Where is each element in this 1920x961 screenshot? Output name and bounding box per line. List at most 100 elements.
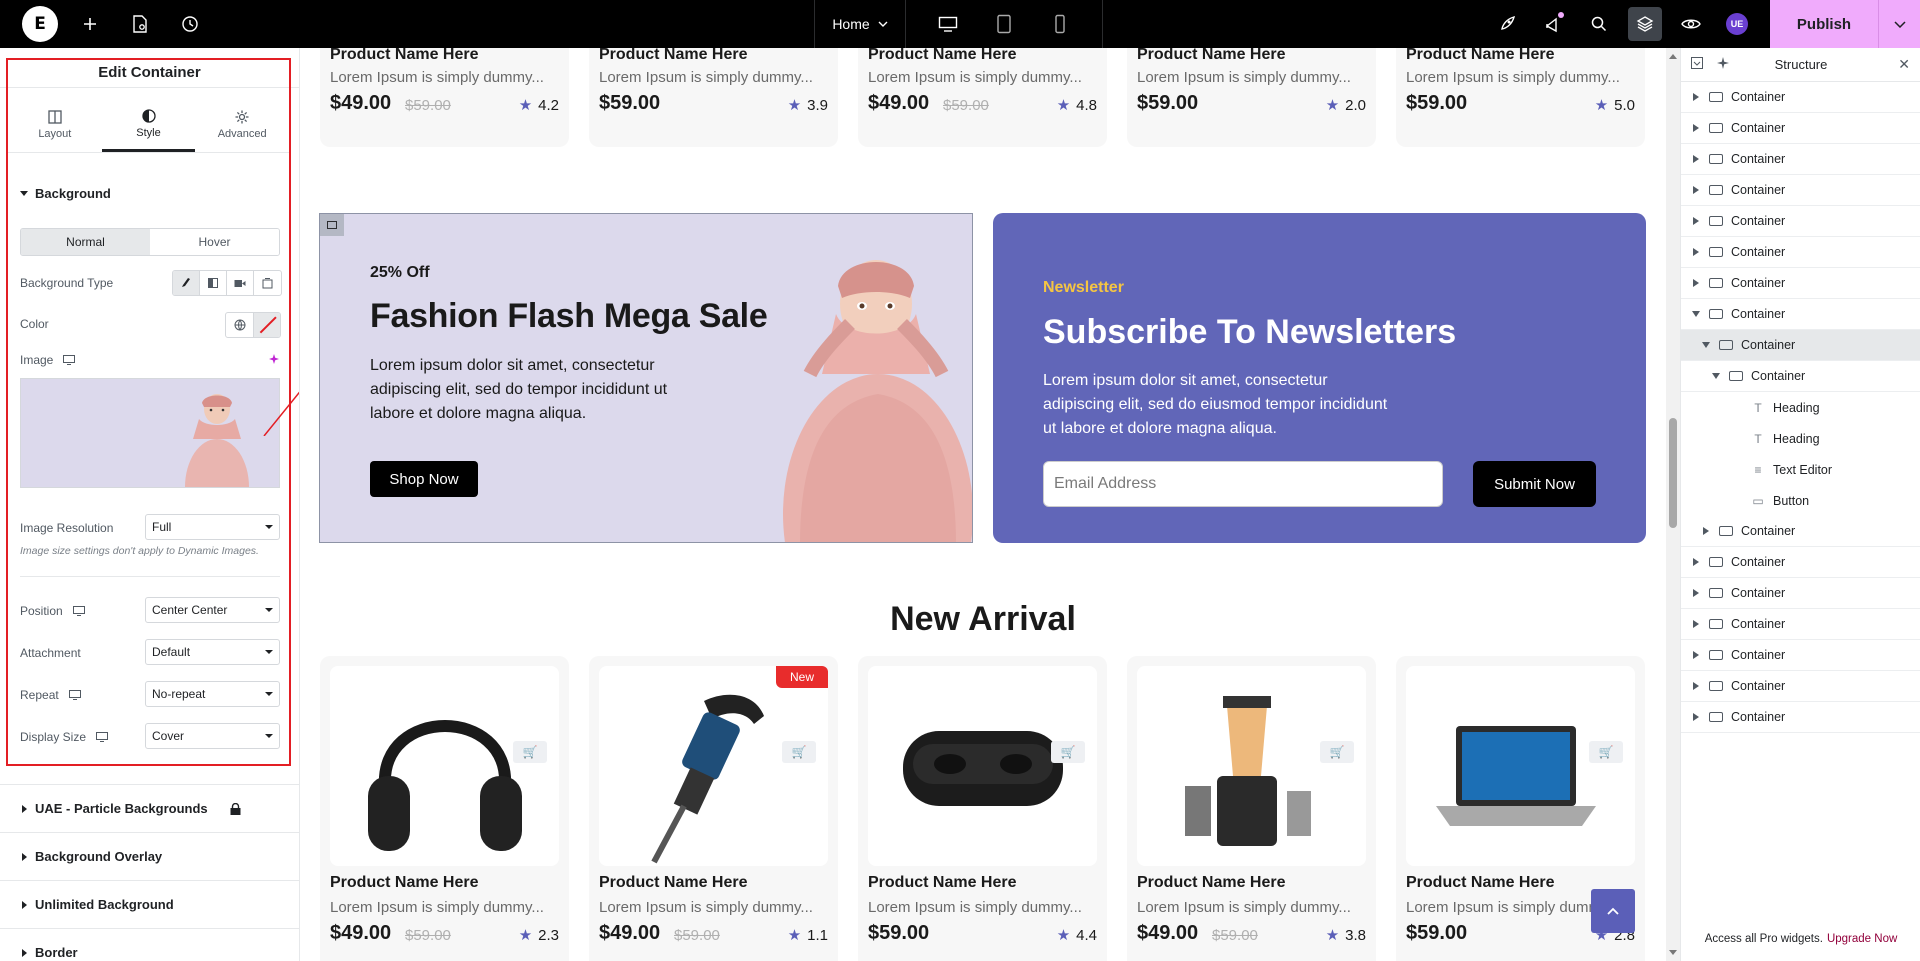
structure-node-container[interactable]: Container [1681, 640, 1920, 671]
cart-icon[interactable]: 🛒 [1320, 741, 1354, 763]
scroll-down-icon[interactable] [1669, 950, 1677, 955]
product-card[interactable]: Product Name Here Lorem Ipsum is simply … [1127, 48, 1376, 147]
submit-now-button[interactable]: Submit Now [1473, 461, 1596, 507]
hover-state-button[interactable]: Hover [150, 229, 279, 255]
desktop-responsive-icon[interactable] [96, 732, 109, 742]
caret-right-icon[interactable] [1691, 279, 1701, 287]
image-resolution-select[interactable]: Full [145, 514, 280, 540]
global-colors-icon[interactable] [226, 313, 253, 337]
product-card[interactable]: Product Name Here Lorem Ipsum is simply … [320, 48, 569, 147]
caret-right-icon[interactable] [1691, 651, 1701, 659]
caret-right-icon[interactable] [1691, 682, 1701, 690]
structure-node-container[interactable]: Container [1681, 702, 1920, 733]
structure-node-container[interactable]: Container [1681, 516, 1920, 547]
structure-node-text[interactable]: ≡ Text Editor [1681, 454, 1920, 485]
tab-layout[interactable]: Layout [8, 98, 102, 152]
section-unlimited-background[interactable]: Unlimited Background [0, 880, 299, 928]
scrollbar-thumb[interactable] [1669, 418, 1677, 528]
structure-node-container[interactable]: Container [1681, 330, 1920, 361]
preview-eye-icon[interactable] [1668, 0, 1714, 48]
product-card[interactable]: 🛒 Product Name Here Lorem Ipsum is simpl… [858, 656, 1107, 961]
brush-icon[interactable] [173, 271, 200, 295]
search-icon[interactable] [1576, 0, 1622, 48]
background-image-preview[interactable] [20, 378, 280, 488]
slideshow-icon[interactable] [254, 271, 281, 295]
product-card[interactable]: Product Name Here Lorem Ipsum is simply … [1396, 48, 1645, 147]
product-card[interactable]: Product Name Here Lorem Ipsum is simply … [589, 48, 838, 147]
rocket-icon[interactable] [1484, 0, 1530, 48]
desktop-view-icon[interactable] [920, 0, 976, 48]
repeat-select[interactable]: No-repeat [145, 681, 280, 707]
position-select[interactable]: Center Center [145, 597, 280, 623]
desktop-responsive-icon[interactable] [72, 606, 85, 616]
structure-node-container[interactable]: Container [1681, 547, 1920, 578]
user-avatar[interactable]: UE [1714, 0, 1760, 48]
caret-down-icon[interactable] [1691, 311, 1701, 317]
caret-down-icon[interactable] [1701, 342, 1711, 348]
add-element-icon[interactable] [72, 6, 108, 42]
shop-now-button[interactable]: Shop Now [370, 461, 478, 497]
structure-node-container[interactable]: Container [1681, 206, 1920, 237]
page-selector[interactable]: Home [814, 0, 906, 48]
tablet-view-icon[interactable] [976, 0, 1032, 48]
structure-node-button[interactable]: ▭ Button [1681, 485, 1920, 516]
close-icon[interactable]: ✕ [1898, 56, 1910, 73]
video-icon[interactable] [227, 271, 254, 295]
structure-node-container[interactable]: Container [1681, 113, 1920, 144]
structure-layers-icon[interactable] [1622, 0, 1668, 48]
tab-advanced[interactable]: Advanced [195, 98, 289, 152]
product-card[interactable]: New 🛒 Product Name Here Lorem Ipsum is s… [589, 656, 838, 961]
notifications-icon[interactable] [1530, 0, 1576, 48]
desktop-responsive-icon[interactable] [63, 355, 76, 365]
page-settings-icon[interactable] [122, 6, 158, 42]
publish-options-button[interactable] [1878, 0, 1920, 48]
caret-right-icon[interactable] [1691, 248, 1701, 256]
structure-node-heading[interactable]: T Heading [1681, 392, 1920, 423]
structure-node-container[interactable]: Container [1681, 175, 1920, 206]
caret-right-icon[interactable] [1691, 217, 1701, 225]
structure-node-container[interactable]: Container [1681, 361, 1920, 392]
caret-right-icon[interactable] [1691, 713, 1701, 721]
scroll-to-top-button[interactable] [1591, 889, 1635, 933]
structure-node-container[interactable]: Container [1681, 299, 1920, 330]
caret-right-icon[interactable] [1691, 93, 1701, 101]
product-card[interactable]: Product Name Here Lorem Ipsum is simply … [858, 48, 1107, 147]
attachment-select[interactable]: Default [145, 639, 280, 665]
display-size-select[interactable]: Cover [145, 723, 280, 749]
structure-node-container[interactable]: Container [1681, 578, 1920, 609]
section-background-overlay[interactable]: Background Overlay [0, 832, 299, 880]
upgrade-now-link[interactable]: Upgrade Now [1827, 933, 1897, 945]
history-icon[interactable] [172, 6, 208, 42]
section-border[interactable]: Border [0, 928, 299, 961]
structure-node-container[interactable]: Container [1681, 609, 1920, 640]
elementor-logo-button[interactable]: E [22, 6, 58, 42]
email-field[interactable]: Email Address [1043, 461, 1443, 507]
cart-icon[interactable]: 🛒 [782, 741, 816, 763]
scroll-up-icon[interactable] [1669, 54, 1677, 59]
mobile-view-icon[interactable] [1032, 0, 1088, 48]
section-particle-backgrounds[interactable]: UAE - Particle Backgrounds [0, 784, 299, 832]
background-section-header[interactable]: Background [20, 186, 111, 201]
caret-right-icon[interactable] [1691, 589, 1701, 597]
product-card[interactable]: 🛒 Product Name Here Lorem Ipsum is simpl… [320, 656, 569, 961]
container-handle-icon[interactable] [320, 214, 344, 236]
structure-node-heading[interactable]: T Heading [1681, 423, 1920, 454]
cart-icon[interactable]: 🛒 [513, 741, 547, 763]
caret-right-icon[interactable] [1701, 527, 1711, 535]
publish-button[interactable]: Publish [1770, 0, 1878, 48]
caret-down-icon[interactable] [1711, 373, 1721, 379]
caret-right-icon[interactable] [1691, 558, 1701, 566]
gradient-icon[interactable] [200, 271, 227, 295]
canvas-scrollbar[interactable] [1666, 48, 1680, 961]
structure-node-container[interactable]: Container [1681, 237, 1920, 268]
product-card[interactable]: 🛒 Product Name Here Lorem Ipsum is simpl… [1127, 656, 1376, 961]
caret-right-icon[interactable] [1691, 186, 1701, 194]
cart-icon[interactable]: 🛒 [1051, 741, 1085, 763]
caret-right-icon[interactable] [1691, 124, 1701, 132]
caret-right-icon[interactable] [1691, 155, 1701, 163]
structure-node-container[interactable]: Container [1681, 671, 1920, 702]
caret-right-icon[interactable] [1691, 620, 1701, 628]
structure-node-container[interactable]: Container [1681, 268, 1920, 299]
tab-style[interactable]: Style [101, 98, 196, 152]
normal-state-button[interactable]: Normal [21, 229, 150, 255]
